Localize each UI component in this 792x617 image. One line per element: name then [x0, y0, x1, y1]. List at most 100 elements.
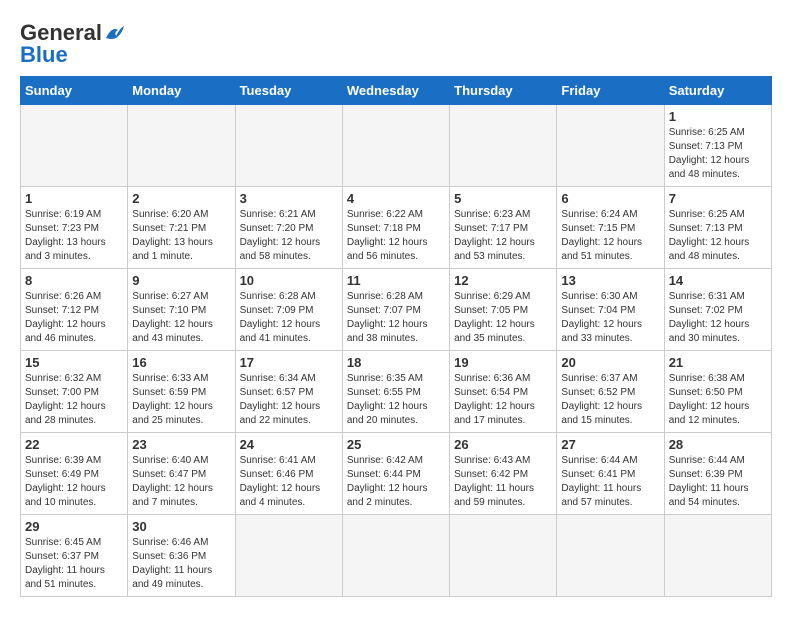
calendar-cell: 11 Sunrise: 6:28 AMSunset: 7:07 PMDaylig…: [342, 269, 449, 351]
calendar-header-row: SundayMondayTuesdayWednesdayThursdayFrid…: [21, 77, 772, 105]
calendar-cell: 16 Sunrise: 6:33 AMSunset: 6:59 PMDaylig…: [128, 351, 235, 433]
calendar-cell: 12 Sunrise: 6:29 AMSunset: 7:05 PMDaylig…: [450, 269, 557, 351]
calendar-cell: 17 Sunrise: 6:34 AMSunset: 6:57 PMDaylig…: [235, 351, 342, 433]
day-detail: Sunrise: 6:44 AMSunset: 6:39 PMDaylight:…: [669, 455, 749, 508]
calendar-cell: 2 Sunrise: 6:20 AMSunset: 7:21 PMDayligh…: [128, 187, 235, 269]
calendar-cell: 7 Sunrise: 6:25 AMSunset: 7:13 PMDayligh…: [664, 187, 771, 269]
calendar-cell: 1 Sunrise: 6:25 AMSunset: 7:13 PMDayligh…: [664, 105, 771, 187]
col-header-thursday: Thursday: [450, 77, 557, 105]
day-detail: Sunrise: 6:25 AMSunset: 7:13 PMDaylight:…: [669, 127, 750, 180]
day-number: 21: [669, 355, 767, 370]
day-number: 22: [25, 437, 123, 452]
calendar-cell: [450, 105, 557, 187]
day-detail: Sunrise: 6:35 AMSunset: 6:55 PMDaylight:…: [347, 373, 428, 426]
calendar-cell: 10 Sunrise: 6:28 AMSunset: 7:09 PMDaylig…: [235, 269, 342, 351]
day-number: 3: [240, 191, 338, 206]
day-detail: Sunrise: 6:30 AMSunset: 7:04 PMDaylight:…: [561, 291, 642, 344]
col-header-sunday: Sunday: [21, 77, 128, 105]
calendar-cell: 18 Sunrise: 6:35 AMSunset: 6:55 PMDaylig…: [342, 351, 449, 433]
day-detail: Sunrise: 6:37 AMSunset: 6:52 PMDaylight:…: [561, 373, 642, 426]
calendar-cell: 28 Sunrise: 6:44 AMSunset: 6:39 PMDaylig…: [664, 433, 771, 515]
calendar-cell: [128, 105, 235, 187]
calendar-cell: 24 Sunrise: 6:41 AMSunset: 6:46 PMDaylig…: [235, 433, 342, 515]
day-number: 26: [454, 437, 552, 452]
calendar-cell: 8 Sunrise: 6:26 AMSunset: 7:12 PMDayligh…: [21, 269, 128, 351]
day-number: 17: [240, 355, 338, 370]
day-number: 13: [561, 273, 659, 288]
calendar-cell: 1 Sunrise: 6:19 AMSunset: 7:23 PMDayligh…: [21, 187, 128, 269]
calendar-body: 1 Sunrise: 6:25 AMSunset: 7:13 PMDayligh…: [21, 105, 772, 597]
day-detail: Sunrise: 6:26 AMSunset: 7:12 PMDaylight:…: [25, 291, 106, 344]
calendar-cell: 5 Sunrise: 6:23 AMSunset: 7:17 PMDayligh…: [450, 187, 557, 269]
calendar-row-5: 29 Sunrise: 6:45 AMSunset: 6:37 PMDaylig…: [21, 515, 772, 597]
calendar-cell: [342, 105, 449, 187]
day-detail: Sunrise: 6:44 AMSunset: 6:41 PMDaylight:…: [561, 455, 641, 508]
day-number: 12: [454, 273, 552, 288]
col-header-friday: Friday: [557, 77, 664, 105]
day-detail: Sunrise: 6:28 AMSunset: 7:07 PMDaylight:…: [347, 291, 428, 344]
day-detail: Sunrise: 6:25 AMSunset: 7:13 PMDaylight:…: [669, 209, 750, 262]
day-number: 16: [132, 355, 230, 370]
day-number: 8: [25, 273, 123, 288]
day-number: 2: [132, 191, 230, 206]
logo-blue: Blue: [20, 42, 68, 68]
day-detail: Sunrise: 6:39 AMSunset: 6:49 PMDaylight:…: [25, 455, 106, 508]
calendar-cell: 4 Sunrise: 6:22 AMSunset: 7:18 PMDayligh…: [342, 187, 449, 269]
calendar-cell: 25 Sunrise: 6:42 AMSunset: 6:44 PMDaylig…: [342, 433, 449, 515]
calendar-cell: 15 Sunrise: 6:32 AMSunset: 7:00 PMDaylig…: [21, 351, 128, 433]
calendar-cell: 14 Sunrise: 6:31 AMSunset: 7:02 PMDaylig…: [664, 269, 771, 351]
calendar-cell: 26 Sunrise: 6:43 AMSunset: 6:42 PMDaylig…: [450, 433, 557, 515]
calendar-row-4: 22 Sunrise: 6:39 AMSunset: 6:49 PMDaylig…: [21, 433, 772, 515]
day-detail: Sunrise: 6:40 AMSunset: 6:47 PMDaylight:…: [132, 455, 213, 508]
col-header-tuesday: Tuesday: [235, 77, 342, 105]
calendar-cell: 30 Sunrise: 6:46 AMSunset: 6:36 PMDaylig…: [128, 515, 235, 597]
day-number: 1: [25, 191, 123, 206]
day-detail: Sunrise: 6:31 AMSunset: 7:02 PMDaylight:…: [669, 291, 750, 344]
calendar-cell: [235, 105, 342, 187]
calendar-row-0: 1 Sunrise: 6:25 AMSunset: 7:13 PMDayligh…: [21, 105, 772, 187]
day-detail: Sunrise: 6:19 AMSunset: 7:23 PMDaylight:…: [25, 209, 106, 262]
day-detail: Sunrise: 6:32 AMSunset: 7:00 PMDaylight:…: [25, 373, 106, 426]
calendar-row-3: 15 Sunrise: 6:32 AMSunset: 7:00 PMDaylig…: [21, 351, 772, 433]
day-number: 29: [25, 519, 123, 534]
calendar-row-2: 8 Sunrise: 6:26 AMSunset: 7:12 PMDayligh…: [21, 269, 772, 351]
calendar-cell: 20 Sunrise: 6:37 AMSunset: 6:52 PMDaylig…: [557, 351, 664, 433]
calendar-cell: 19 Sunrise: 6:36 AMSunset: 6:54 PMDaylig…: [450, 351, 557, 433]
calendar-table: SundayMondayTuesdayWednesdayThursdayFrid…: [20, 76, 772, 597]
calendar-cell: 23 Sunrise: 6:40 AMSunset: 6:47 PMDaylig…: [128, 433, 235, 515]
day-detail: Sunrise: 6:28 AMSunset: 7:09 PMDaylight:…: [240, 291, 321, 344]
day-detail: Sunrise: 6:46 AMSunset: 6:36 PMDaylight:…: [132, 537, 212, 590]
day-number: 11: [347, 273, 445, 288]
calendar-cell: [235, 515, 342, 597]
day-detail: Sunrise: 6:42 AMSunset: 6:44 PMDaylight:…: [347, 455, 428, 508]
day-number: 1: [669, 109, 767, 124]
calendar-cell: [557, 105, 664, 187]
day-detail: Sunrise: 6:36 AMSunset: 6:54 PMDaylight:…: [454, 373, 535, 426]
day-number: 15: [25, 355, 123, 370]
calendar-cell: 13 Sunrise: 6:30 AMSunset: 7:04 PMDaylig…: [557, 269, 664, 351]
calendar-cell: 3 Sunrise: 6:21 AMSunset: 7:20 PMDayligh…: [235, 187, 342, 269]
calendar-cell: [664, 515, 771, 597]
day-detail: Sunrise: 6:45 AMSunset: 6:37 PMDaylight:…: [25, 537, 105, 590]
logo-bird-icon: [104, 24, 126, 42]
col-header-saturday: Saturday: [664, 77, 771, 105]
calendar-cell: 27 Sunrise: 6:44 AMSunset: 6:41 PMDaylig…: [557, 433, 664, 515]
calendar-cell: [342, 515, 449, 597]
calendar-cell: 21 Sunrise: 6:38 AMSunset: 6:50 PMDaylig…: [664, 351, 771, 433]
day-detail: Sunrise: 6:23 AMSunset: 7:17 PMDaylight:…: [454, 209, 535, 262]
day-number: 28: [669, 437, 767, 452]
day-number: 4: [347, 191, 445, 206]
calendar-row-1: 1 Sunrise: 6:19 AMSunset: 7:23 PMDayligh…: [21, 187, 772, 269]
day-detail: Sunrise: 6:24 AMSunset: 7:15 PMDaylight:…: [561, 209, 642, 262]
calendar-cell: [450, 515, 557, 597]
day-detail: Sunrise: 6:22 AMSunset: 7:18 PMDaylight:…: [347, 209, 428, 262]
day-number: 25: [347, 437, 445, 452]
day-number: 10: [240, 273, 338, 288]
day-number: 24: [240, 437, 338, 452]
day-number: 5: [454, 191, 552, 206]
day-number: 14: [669, 273, 767, 288]
day-number: 19: [454, 355, 552, 370]
calendar-cell: [557, 515, 664, 597]
day-number: 18: [347, 355, 445, 370]
day-number: 30: [132, 519, 230, 534]
